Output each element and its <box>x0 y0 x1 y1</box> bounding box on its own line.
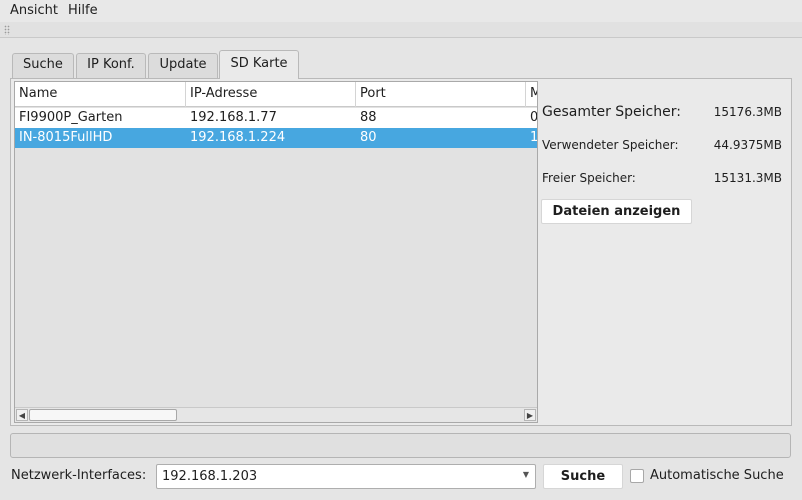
cell-port: 80 <box>360 130 377 145</box>
used-storage-value: 44.9375MB <box>713 138 782 152</box>
show-files-button[interactable]: Dateien anzeigen <box>541 199 692 224</box>
scrollbar-thumb[interactable] <box>29 409 177 421</box>
cell-name: FI9900P_Garten <box>19 110 123 125</box>
free-storage-value: 15131.3MB <box>713 171 782 185</box>
scroll-left-icon[interactable]: ◀ <box>16 409 28 421</box>
tab-sd-karte[interactable]: SD Karte <box>219 50 299 79</box>
auto-search-checkbox[interactable] <box>630 469 644 483</box>
network-interface-value: 192.168.1.203 <box>162 469 258 484</box>
column-header-m[interactable]: M <box>526 82 537 107</box>
cell-port: 88 <box>360 110 377 125</box>
cell-extra: 1 <box>530 130 538 145</box>
cell-extra: 0 <box>530 110 538 125</box>
scroll-right-icon[interactable]: ▶ <box>524 409 536 421</box>
tab-suche[interactable]: Suche <box>12 53 74 78</box>
search-button[interactable]: Suche <box>543 464 623 489</box>
table-header: Name IP-Adresse Port M <box>15 82 537 107</box>
free-storage-label: Freier Speicher: <box>542 171 636 185</box>
column-header-name[interactable]: Name <box>15 82 186 107</box>
menu-ansicht[interactable]: Ansicht <box>10 3 58 18</box>
menu-bar: Ansicht Hilfe <box>0 0 802 22</box>
network-interface-select[interactable]: 192.168.1.203 ▼ <box>156 464 536 489</box>
table-row[interactable]: FI9900P_Garten 192.168.1.77 88 0 <box>15 108 537 128</box>
horizontal-scrollbar[interactable]: ◀ ▶ <box>15 407 537 422</box>
toolbar-grip-icon[interactable] <box>4 25 10 35</box>
total-storage-value: 15176.3MB <box>713 105 782 119</box>
cell-name: IN-8015FullHD <box>19 130 113 145</box>
network-interfaces-label: Netzwerk-Interfaces: <box>11 468 147 483</box>
menu-hilfe[interactable]: Hilfe <box>68 3 98 18</box>
used-storage-label: Verwendeter Speicher: <box>542 138 679 152</box>
auto-search-label[interactable]: Automatische Suche <box>650 468 784 483</box>
table-row[interactable]: IN-8015FullHD 192.168.1.224 80 1 <box>15 128 537 148</box>
tab-update[interactable]: Update <box>148 53 218 78</box>
chevron-down-icon[interactable]: ▼ <box>523 470 529 479</box>
toolbar-strip <box>0 22 802 38</box>
device-table: Name IP-Adresse Port M FI9900P_Garten 19… <box>14 81 538 423</box>
tab-ip-konf[interactable]: IP Konf. <box>76 53 146 78</box>
progress-bar <box>10 433 791 458</box>
column-header-ip[interactable]: IP-Adresse <box>186 82 356 107</box>
column-header-port[interactable]: Port <box>356 82 526 107</box>
cell-ip: 192.168.1.224 <box>190 130 286 145</box>
cell-ip: 192.168.1.77 <box>190 110 277 125</box>
total-storage-label: Gesamter Speicher: <box>542 104 681 120</box>
